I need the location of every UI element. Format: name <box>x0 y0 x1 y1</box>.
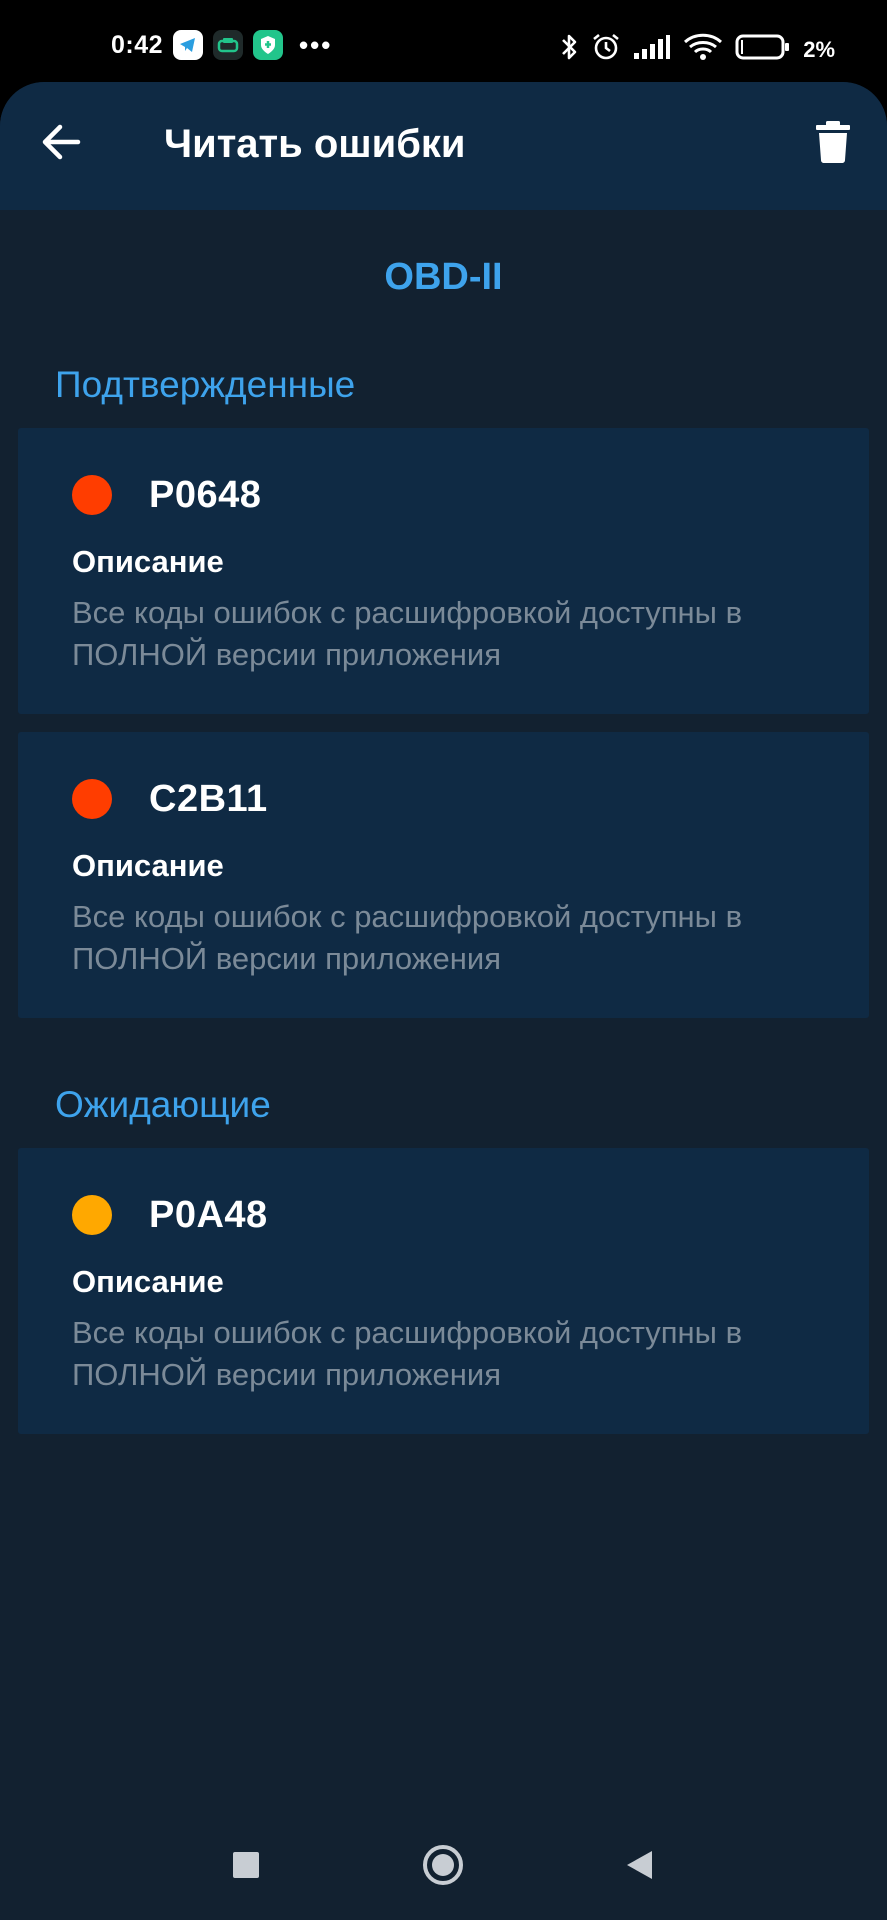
error-code-row: P0A48 <box>54 1194 869 1236</box>
status-time: 0:42 <box>111 30 164 59</box>
shield-app-icon <box>253 30 284 60</box>
error-card[interactable]: P0A48 Описание Все коды ошибок с расшифр… <box>18 1148 869 1434</box>
status-bar-left: 0:42 ••• <box>111 30 332 60</box>
error-code: C2B11 <box>149 777 268 820</box>
section-title-confirmed: Подтвержденные <box>55 364 356 405</box>
delete-button[interactable] <box>815 120 851 164</box>
more-dots-icon: ••• <box>299 30 333 60</box>
home-circle-icon <box>423 1845 463 1885</box>
navigation-bar <box>0 1810 887 1920</box>
battery-icon <box>735 33 791 66</box>
page-title: Читать ошибки <box>164 122 466 166</box>
arrow-left-icon <box>42 124 81 160</box>
description-text: Все коды ошибок с расшифровкой доступны … <box>72 595 743 672</box>
error-code-row: P0648 <box>54 474 869 516</box>
protocol-label: OBD-II <box>384 256 503 298</box>
recents-button[interactable] <box>221 1840 271 1890</box>
bluetooth-icon <box>559 32 579 67</box>
wifi-icon <box>683 33 723 66</box>
phone-screen: 0:42 ••• 2% Читать ошибки OBD-II Подтвер… <box>0 0 887 1920</box>
telegram-icon <box>173 30 204 60</box>
signal-icon <box>633 34 671 65</box>
error-card[interactable]: P0648 Описание Все коды ошибок с расшифр… <box>18 428 869 714</box>
status-bar-right: 2% <box>559 32 835 67</box>
recents-square-icon <box>233 1852 259 1878</box>
battery-percent: 2% <box>803 36 835 62</box>
back-triangle-icon <box>627 1851 652 1879</box>
back-button[interactable] <box>38 118 86 166</box>
error-code: P0A48 <box>149 1193 268 1236</box>
status-dot <box>72 1195 112 1235</box>
pending-errors-list: P0A48 Описание Все коды ошибок с расшифр… <box>0 1148 887 1434</box>
description-text: Все коды ошибок с расшифровкой доступны … <box>72 899 743 976</box>
alarm-icon <box>591 32 621 67</box>
app-window: Читать ошибки OBD-II Подтвержденные P064… <box>0 82 887 1920</box>
description-label: Описание <box>72 1264 224 1299</box>
car-app-icon <box>213 30 244 60</box>
home-button[interactable] <box>418 1840 468 1890</box>
section-title-pending: Ожидающие <box>55 1084 271 1125</box>
description-label: Описание <box>72 848 224 883</box>
error-card[interactable]: C2B11 Описание Все коды ошибок с расшифр… <box>18 732 869 1018</box>
status-dot <box>72 779 112 819</box>
error-code-row: C2B11 <box>54 778 869 820</box>
status-dot <box>72 475 112 515</box>
status-bar: 0:42 ••• 2% <box>0 0 887 82</box>
description-label: Описание <box>72 544 224 579</box>
error-code: P0648 <box>149 473 262 516</box>
confirmed-errors-list: P0648 Описание Все коды ошибок с расшифр… <box>0 428 887 1018</box>
trash-icon <box>816 121 850 163</box>
description-text: Все коды ошибок с расшифровкой доступны … <box>72 1315 743 1392</box>
app-bar: Читать ошибки <box>0 82 887 210</box>
nav-back-button[interactable] <box>614 1840 664 1890</box>
